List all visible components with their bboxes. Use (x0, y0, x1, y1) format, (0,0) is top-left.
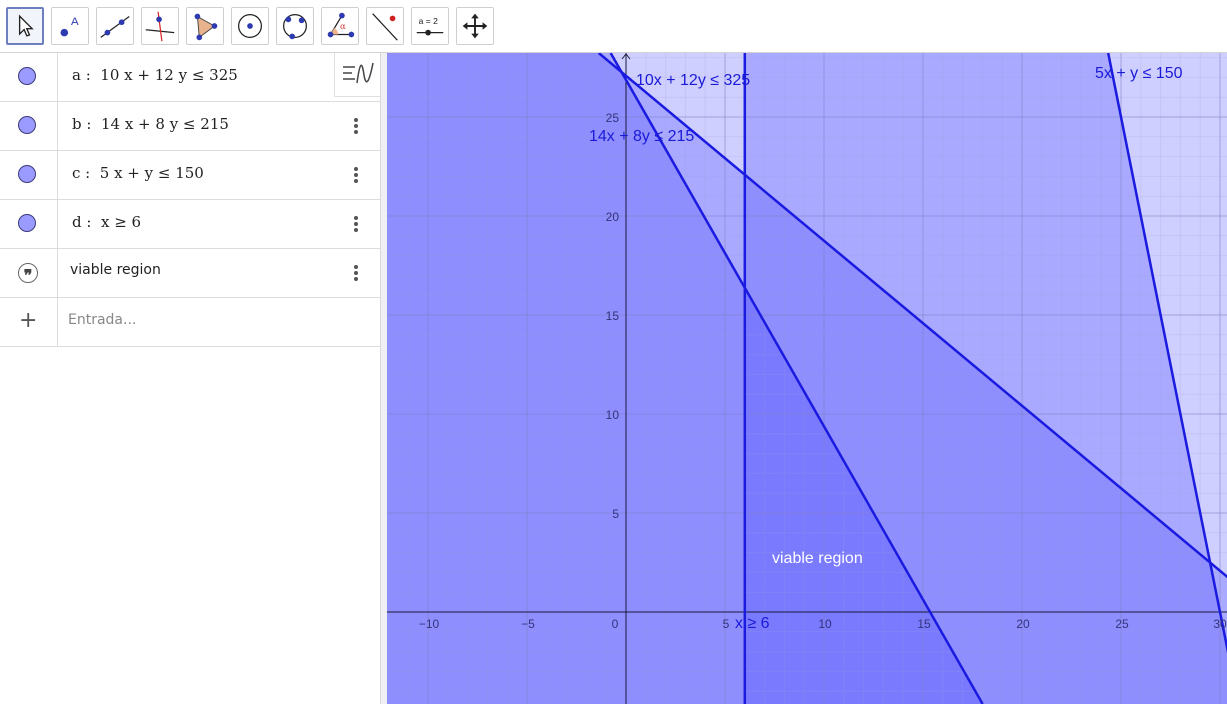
angle-tool-button[interactable]: α (321, 7, 359, 45)
arrow-cursor-icon (18, 14, 34, 37)
visibility-toggle-b[interactable] (18, 116, 36, 134)
line-tool-button[interactable] (96, 7, 134, 45)
input-bar[interactable]: Entrada... (68, 312, 136, 328)
y-tick-label: 20 (606, 210, 620, 224)
algebra-view: a : 10 x + 12 y ≤ 325 b : 14 x + 8 y ≤ 2… (0, 53, 380, 704)
algebra-row-b[interactable]: b : 14 x + 8 y ≤ 215 (0, 102, 380, 151)
y-tick-label: 10 (606, 408, 620, 422)
circle-three-points-tool-button[interactable] (276, 7, 314, 45)
row-separator (57, 102, 58, 150)
caption-d[interactable]: x ≥ 6 (735, 615, 770, 632)
visibility-toggle-d[interactable] (18, 214, 36, 232)
x-tick-label: −5 (521, 617, 535, 631)
reflect-about-line-icon (372, 13, 398, 41)
algebra-row-d[interactable]: d : x ≥ 6 (0, 200, 380, 249)
row-separator (57, 53, 58, 101)
visibility-toggle-a[interactable] (18, 67, 36, 85)
slider-tool-button[interactable]: a = 2 (411, 7, 449, 45)
style-bar-toggle-button[interactable] (334, 53, 380, 97)
formula-a[interactable]: a : 10 x + 12 y ≤ 325 (72, 66, 238, 84)
perpendicular-line-tool-button[interactable] (141, 7, 179, 45)
region-d[interactable] (744, 53, 1227, 704)
x-tick-label: 10 (818, 617, 832, 631)
view-divider[interactable] (380, 53, 387, 704)
toolbar: A α a = 2 (0, 0, 1227, 53)
slider-tool-label: a = 2 (419, 16, 438, 26)
move-tool-button[interactable] (6, 7, 44, 45)
more-options-icon[interactable] (346, 263, 366, 285)
x-tick-label: 30 (1213, 617, 1227, 631)
angle-icon: α (327, 12, 355, 38)
caption-b[interactable]: 14x + 8y ≤ 215 (589, 128, 694, 145)
algebra-row-text[interactable]: ❞ viable region (0, 249, 380, 298)
formula-b[interactable]: b : 14 x + 8 y ≤ 215 (72, 115, 229, 133)
circle-three-points-icon (283, 14, 307, 40)
move-graphics-view-tool-button[interactable] (456, 7, 494, 45)
graph-style-icon (343, 62, 374, 84)
more-options-icon[interactable] (346, 165, 366, 187)
more-options-icon[interactable] (346, 116, 366, 138)
caption-c[interactable]: 5x + y ≤ 150 (1095, 65, 1183, 82)
graphics-canvas[interactable]: −10 −5 0 5 10 15 20 25 30 5 10 15 20 25 … (387, 53, 1227, 704)
add-icon[interactable]: + (19, 310, 37, 332)
move-arrows-icon (462, 13, 488, 39)
text-object-icon[interactable]: ❞ (18, 263, 38, 285)
x-tick-label: 5 (723, 617, 730, 631)
svg-text:A: A (71, 16, 79, 28)
x-tick-label: 15 (917, 617, 931, 631)
y-tick-label: 25 (606, 111, 620, 125)
row-separator (57, 200, 58, 248)
row-separator (57, 298, 58, 346)
x-tick-label: 0 (612, 617, 619, 631)
caption-a[interactable]: 10x + 12y ≤ 325 (636, 72, 750, 89)
algebra-input-row[interactable]: + Entrada... (0, 298, 380, 347)
point-icon: A (60, 16, 79, 37)
visibility-toggle-c[interactable] (18, 165, 36, 183)
graphics-view[interactable]: −10 −5 0 5 10 15 20 25 30 5 10 15 20 25 … (387, 53, 1227, 704)
algebra-row-a[interactable]: a : 10 x + 12 y ≤ 325 (0, 53, 380, 102)
viable-region-label[interactable]: viable region (772, 550, 863, 567)
formula-c[interactable]: c : 5 x + y ≤ 150 (72, 164, 204, 182)
point-tool-button[interactable]: A (51, 7, 89, 45)
more-options-icon[interactable] (346, 214, 366, 236)
line-icon (100, 16, 130, 38)
x-tick-label: 25 (1115, 617, 1129, 631)
algebra-row-c[interactable]: c : 5 x + y ≤ 150 (0, 151, 380, 200)
slider-icon: a = 2 (416, 16, 444, 36)
y-tick-label: 15 (606, 309, 620, 323)
text-value[interactable]: viable region (70, 262, 161, 278)
polygon-icon (194, 13, 218, 41)
circle-center-point-tool-button[interactable] (231, 7, 269, 45)
x-tick-label: −10 (419, 617, 440, 631)
y-tick-label: 5 (612, 507, 619, 521)
circle-with-center-icon (238, 14, 262, 38)
row-separator (57, 249, 58, 297)
reflect-tool-button[interactable] (366, 7, 404, 45)
x-tick-label: 20 (1016, 617, 1030, 631)
polygon-tool-button[interactable] (186, 7, 224, 45)
perpendicular-line-icon (145, 11, 175, 42)
formula-d[interactable]: d : x ≥ 6 (72, 213, 141, 231)
svg-text:α: α (340, 22, 346, 32)
row-separator (57, 151, 58, 199)
